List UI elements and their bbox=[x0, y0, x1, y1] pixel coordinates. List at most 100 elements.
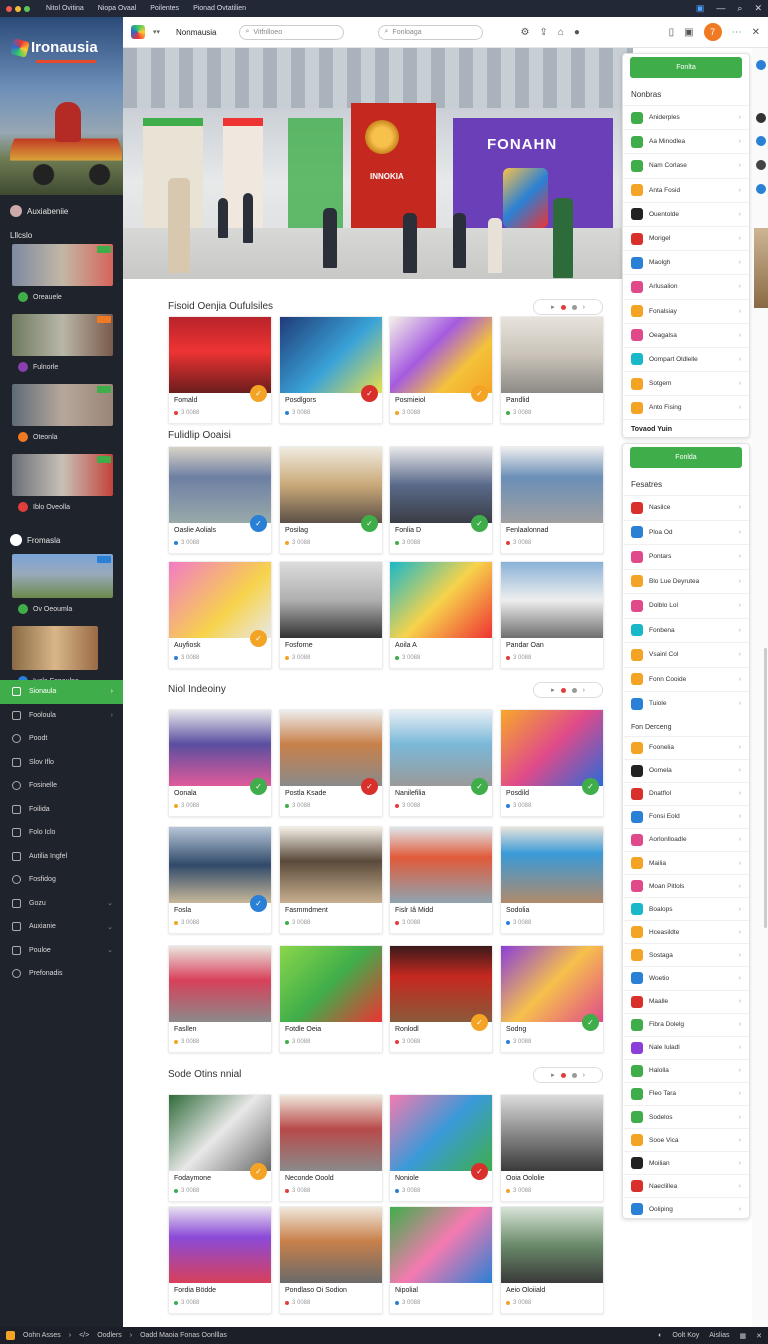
grid-icon[interactable]: ▦ bbox=[740, 1332, 747, 1340]
app-icon[interactable]: ▣ bbox=[696, 3, 705, 14]
panel-list-item[interactable]: Dnatflol › bbox=[623, 781, 749, 805]
app-icon[interactable] bbox=[6, 1331, 15, 1340]
panel-list-item[interactable]: Fonsi Eold › bbox=[623, 804, 749, 828]
panel-list-item[interactable]: Oeagalsa › bbox=[623, 322, 749, 347]
close-icon[interactable]: ✕ bbox=[756, 1332, 762, 1340]
nav-item[interactable]: Poodt bbox=[0, 727, 123, 751]
content-card[interactable]: ✓ Posdlgors 3 0088 bbox=[279, 316, 383, 424]
tool-icon[interactable]: ⚙ bbox=[521, 27, 530, 38]
content-card[interactable]: ✓ Fonlia D 3 0088 bbox=[389, 446, 493, 554]
panel-list-item[interactable]: Anta Fosid › bbox=[623, 177, 749, 202]
view-toggle-icon[interactable]: ▸ bbox=[551, 686, 555, 694]
section-controls[interactable]: ▸ › bbox=[533, 1067, 603, 1083]
minimize-icon[interactable]: — bbox=[716, 3, 725, 14]
panel-list-item[interactable]: Aniderples › bbox=[623, 105, 749, 129]
card-badge-icon[interactable]: ✓ bbox=[582, 1014, 599, 1031]
panel-list-item[interactable]: Aorlonlloadle › bbox=[623, 827, 749, 851]
card-badge-icon[interactable]: ✓ bbox=[250, 778, 267, 795]
card-badge-icon[interactable]: ✓ bbox=[471, 385, 488, 402]
content-card[interactable]: ✓ Nanilefilia 3 0088 bbox=[389, 709, 493, 817]
panel-list-item[interactable]: Hceasildte › bbox=[623, 920, 749, 943]
content-card[interactable]: Fenlaalonnad 3 0088 bbox=[500, 446, 604, 554]
panel-list-item[interactable]: Sotgem › bbox=[623, 371, 749, 395]
panel-list-item[interactable]: Oompart Oldlelle › bbox=[623, 346, 749, 371]
panel-list-item[interactable]: Nasilce › bbox=[623, 495, 749, 520]
content-card[interactable]: ✓ Fosla 3 0088 bbox=[168, 826, 272, 934]
secondary-search-input[interactable]: ⌕ Fonloaga bbox=[377, 24, 483, 40]
panel-list-item[interactable]: Dolblo Lol › bbox=[623, 593, 749, 618]
camera-icon[interactable]: ▣ bbox=[684, 27, 693, 38]
panel-list-item[interactable]: Arlusalion › bbox=[623, 274, 749, 298]
content-card[interactable]: Aoila A 3 0088 bbox=[389, 561, 493, 669]
content-card[interactable]: Pandlid 3 0088 bbox=[500, 316, 604, 424]
panel-list-item[interactable]: Nale Iuladl › bbox=[623, 1035, 749, 1059]
panel-list-item[interactable]: Blo Lue Deyrutea › bbox=[623, 568, 749, 594]
content-card[interactable]: ✓ Postla Ksade 3 0088 bbox=[279, 709, 383, 817]
nav-item[interactable]: Foilida bbox=[0, 798, 123, 822]
app-logo[interactable]: Ironausia bbox=[10, 37, 98, 58]
nav-item[interactable]: Fooloula › bbox=[0, 704, 123, 728]
content-card[interactable]: Fasmmdment 3 0088 bbox=[279, 826, 383, 934]
sidebar-thumb-caption[interactable]: Fulnorle bbox=[0, 356, 123, 380]
brand-logo-icon[interactable] bbox=[131, 25, 145, 39]
panel-list-item[interactable]: Maalle › bbox=[623, 989, 749, 1013]
card-badge-icon[interactable]: ✓ bbox=[361, 385, 378, 402]
content-card[interactable]: Ooia Oololie 3 0088 bbox=[500, 1094, 604, 1202]
content-card[interactable]: ✓ Fomald 3 0088 bbox=[168, 316, 272, 424]
nav-item[interactable]: Prefonadis bbox=[0, 962, 123, 986]
blue-icon[interactable] bbox=[756, 184, 766, 194]
nav-item[interactable]: Slov Iflo bbox=[0, 751, 123, 775]
card-badge-icon[interactable]: ✓ bbox=[361, 778, 378, 795]
primary-action-button[interactable]: Fonlta bbox=[630, 57, 742, 78]
nav-item[interactable]: Pouloe ⌄ bbox=[0, 939, 123, 963]
card-badge-icon[interactable]: ✓ bbox=[250, 895, 267, 912]
card-badge-icon[interactable]: ✓ bbox=[250, 385, 267, 402]
content-card[interactable]: Nipolial 3 0088 bbox=[389, 1206, 493, 1314]
panel-list-item[interactable]: Halolla › bbox=[623, 1058, 749, 1082]
sidebar-thumb-caption[interactable]: Iblo Oveolla bbox=[0, 496, 123, 520]
chevron-right-icon[interactable]: › bbox=[583, 1072, 585, 1079]
card-badge-icon[interactable]: ✓ bbox=[471, 778, 488, 795]
card-badge-icon[interactable]: ✓ bbox=[361, 515, 378, 532]
nav-item[interactable]: Gozu ⌄ bbox=[0, 892, 123, 916]
card-badge-icon[interactable]: ✓ bbox=[250, 1163, 267, 1180]
panel-list-item[interactable]: Morigel › bbox=[623, 225, 749, 250]
status-item[interactable]: Oohn Asses bbox=[23, 1332, 61, 1339]
user-row[interactable]: Auxiabeniie bbox=[0, 195, 123, 221]
panel-list-item[interactable]: Fonn Cooide › bbox=[623, 666, 749, 692]
content-card[interactable]: Fislr Iâ Midd 3 0088 bbox=[389, 826, 493, 934]
os-tab[interactable]: Niopa Ovaal bbox=[98, 5, 137, 12]
nav-item-sionaula[interactable]: Sionaula › bbox=[0, 680, 123, 704]
primary-action-button-2[interactable]: Fonlda bbox=[630, 447, 742, 468]
os-tab[interactable]: Nitol Ovitina bbox=[46, 5, 84, 12]
os-tab[interactable]: Pionad Ovtatilien bbox=[193, 5, 246, 12]
panel-list-item[interactable]: Fleo Tara › bbox=[623, 1081, 749, 1105]
content-card[interactable]: Fosforne 3 0088 bbox=[279, 561, 383, 669]
panel-footer[interactable]: Tovaod Yuin bbox=[623, 419, 749, 439]
os-tab[interactable]: Poilentes bbox=[150, 5, 179, 12]
sidebar-thumb[interactable] bbox=[12, 454, 113, 496]
section-controls[interactable]: ▸ › bbox=[533, 299, 603, 315]
panel-list-item[interactable]: Fibra Dolelg › bbox=[623, 1012, 749, 1036]
content-card[interactable]: Fordia Bödde 3 0088 bbox=[168, 1206, 272, 1314]
card-badge-icon[interactable]: ✓ bbox=[471, 1014, 488, 1031]
panel-list-item[interactable]: Sooe Vica › bbox=[623, 1128, 749, 1151]
content-card[interactable]: Fotdle Oeia 3 0088 bbox=[279, 945, 383, 1053]
dark-icon[interactable] bbox=[756, 160, 766, 170]
notification-icon[interactable]: 7 bbox=[703, 23, 722, 41]
nav-item[interactable]: Fosinelle bbox=[0, 774, 123, 798]
card-badge-icon[interactable]: ✓ bbox=[582, 778, 599, 795]
panel-list-item[interactable]: Fonbena › bbox=[623, 617, 749, 643]
content-card[interactable]: ✓ Posilag 3 0088 bbox=[279, 446, 383, 554]
window-controls[interactable] bbox=[6, 5, 30, 12]
view-toggle-icon[interactable]: ▸ bbox=[551, 1071, 555, 1079]
status-item[interactable]: Oodlers bbox=[97, 1332, 122, 1339]
panel-list-item[interactable]: Moilian › bbox=[623, 1151, 749, 1174]
chevron-right-icon[interactable]: › bbox=[583, 304, 585, 311]
menu-label[interactable]: ▾▾ bbox=[153, 28, 160, 36]
search-icon[interactable]: ⌕ bbox=[737, 3, 742, 14]
document-icon[interactable]: ▯ bbox=[669, 27, 675, 38]
sidebar-thumb[interactable] bbox=[12, 384, 113, 426]
info-icon[interactable]: ◐ bbox=[658, 1332, 662, 1340]
search-input[interactable]: ⌕ Vitfnlloeo bbox=[238, 24, 344, 40]
